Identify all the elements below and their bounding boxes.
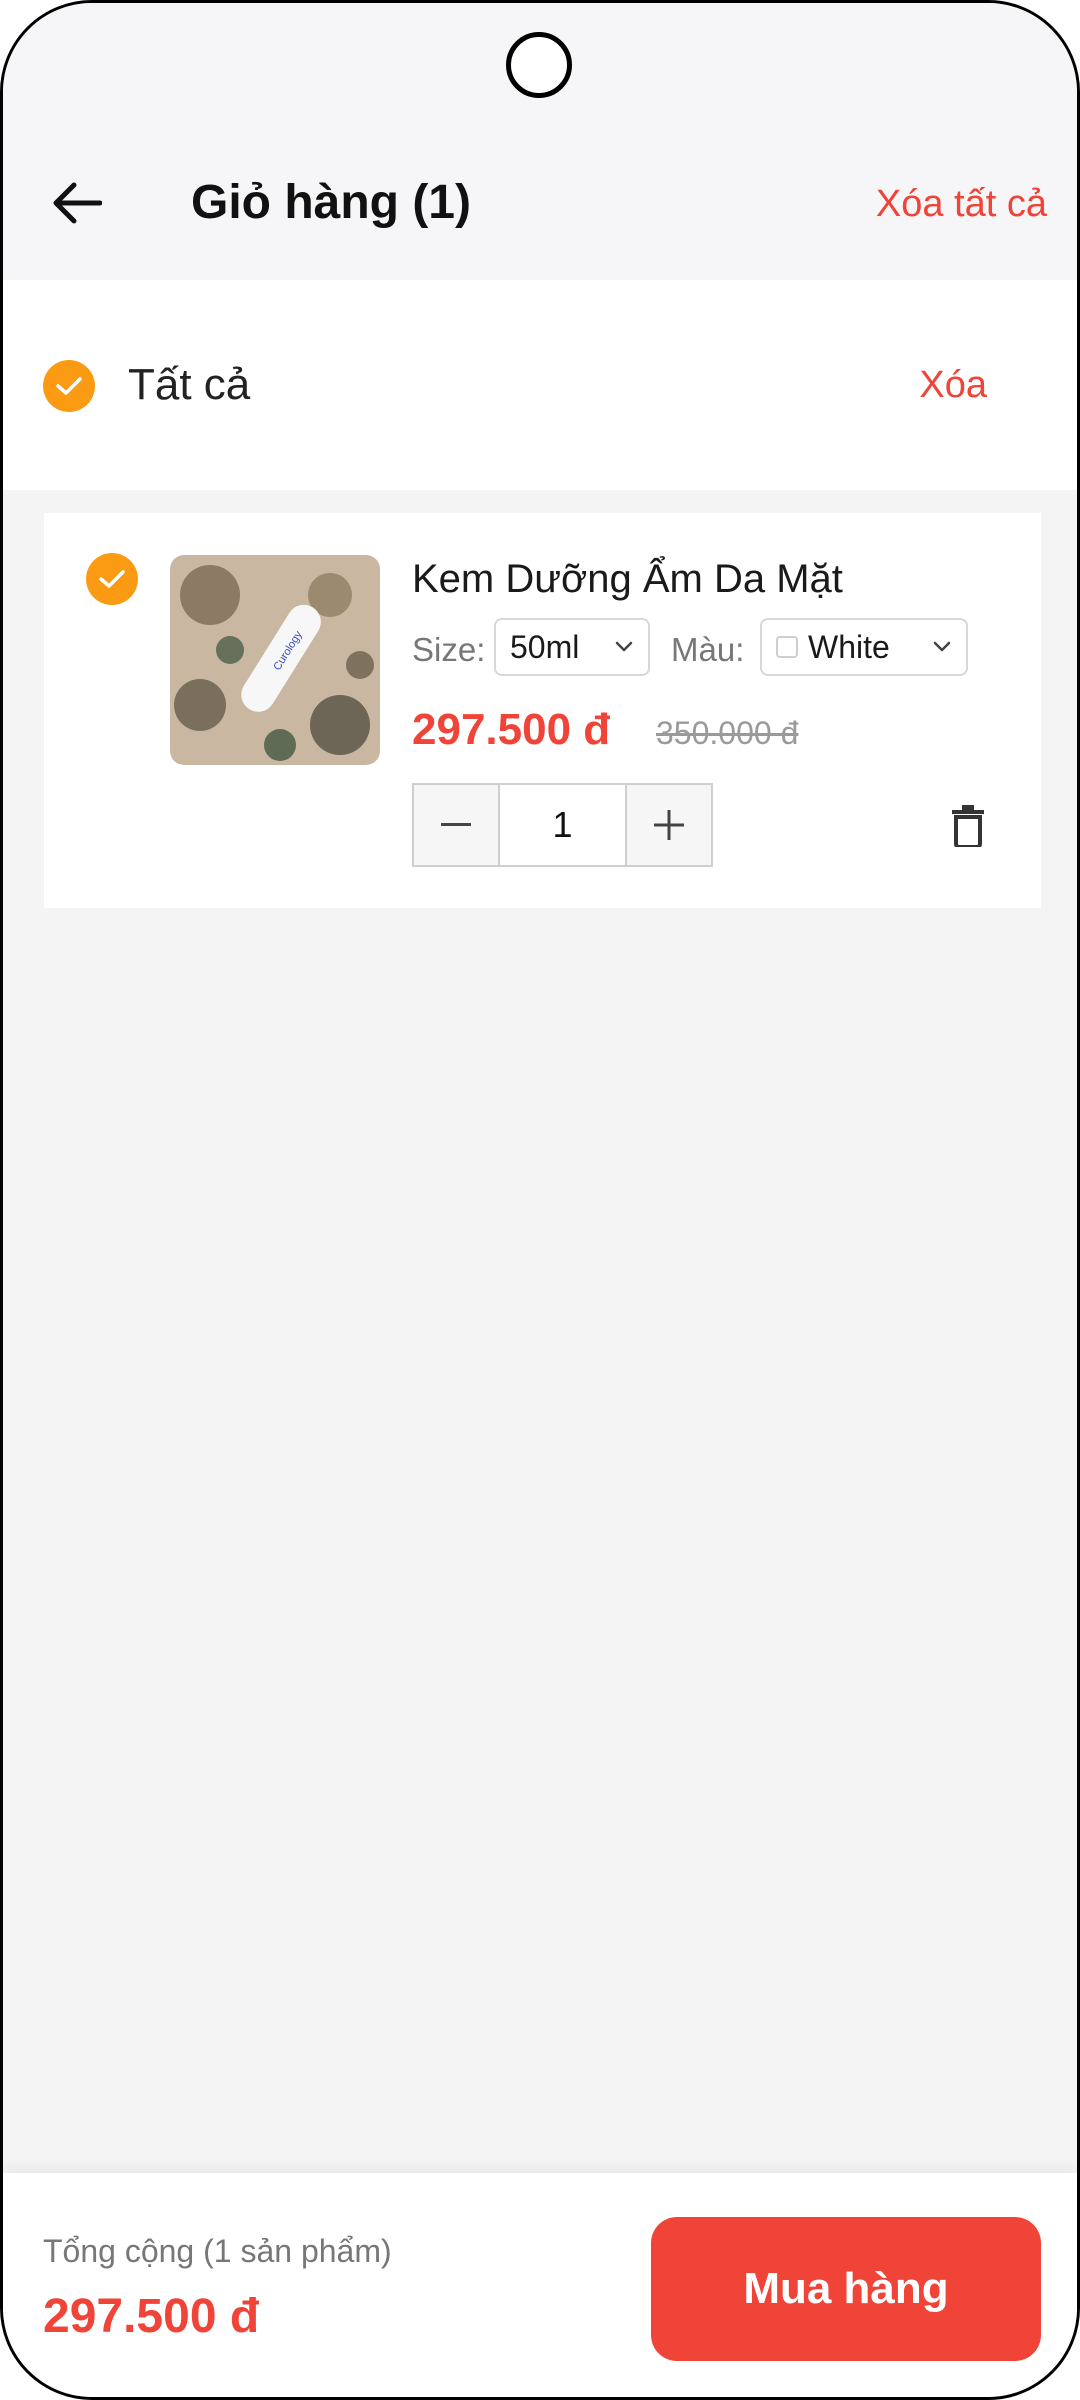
check-icon — [99, 570, 125, 588]
page-title: Giỏ hàng (1) — [191, 176, 471, 229]
total-value: 297.500 đ — [43, 2290, 260, 2343]
select-all-checkbox[interactable] — [43, 360, 95, 412]
product-image[interactable]: Curology — [170, 555, 380, 765]
decrease-quantity-button[interactable] — [414, 785, 498, 865]
color-dropdown[interactable]: White — [760, 618, 968, 676]
buy-button[interactable]: Mua hàng — [651, 2217, 1041, 2361]
plus-icon — [654, 810, 684, 840]
product-photo: Curology — [170, 555, 380, 765]
select-all-label: Tất cả — [128, 360, 251, 409]
quantity-value[interactable]: 1 — [498, 785, 627, 865]
minus-icon — [441, 823, 471, 826]
color-swatch — [776, 636, 798, 658]
color-value: White — [808, 628, 890, 665]
chevron-down-icon — [933, 641, 951, 652]
product-name[interactable]: Kem Dưỡng Ẩm Da Mặt — [412, 557, 843, 602]
camera-cutout — [506, 32, 572, 98]
item-price: 297.500 đ — [412, 705, 611, 754]
item-checkbox[interactable] — [86, 553, 138, 605]
size-value: 50ml — [510, 628, 580, 665]
size-label: Size: — [412, 631, 486, 668]
arrow-left-icon — [53, 182, 102, 224]
trash-icon — [952, 805, 984, 847]
app-header: Giỏ hàng (1) Xóa tất cả — [3, 3, 1077, 280]
size-dropdown[interactable]: 50ml — [494, 618, 650, 676]
item-original-price: 350.000 đ — [656, 715, 799, 751]
select-all-row: Tất cả Xóa — [3, 280, 1077, 490]
color-label: Màu: — [671, 631, 745, 668]
quantity-stepper: 1 — [412, 783, 713, 867]
clear-all-button[interactable]: Xóa tất cả — [876, 183, 1047, 226]
check-icon — [56, 377, 82, 395]
increase-quantity-button[interactable] — [627, 785, 711, 865]
chevron-down-icon — [615, 641, 633, 652]
back-button[interactable] — [43, 169, 111, 237]
delete-selected-button[interactable]: Xóa — [919, 364, 987, 407]
cart-item: Curology Kem Dưỡng Ẩm Da Mặt Size: 50ml … — [44, 513, 1041, 908]
phone-frame: Giỏ hàng (1) Xóa tất cả Tất cả Xóa Curol… — [0, 0, 1080, 2400]
checkout-bar: Tổng cộng (1 sản phẩm) 297.500 đ Mua hàn… — [3, 2173, 1077, 2397]
delete-item-button[interactable] — [944, 801, 992, 851]
total-label: Tổng cộng (1 sản phẩm) — [43, 2233, 392, 2269]
